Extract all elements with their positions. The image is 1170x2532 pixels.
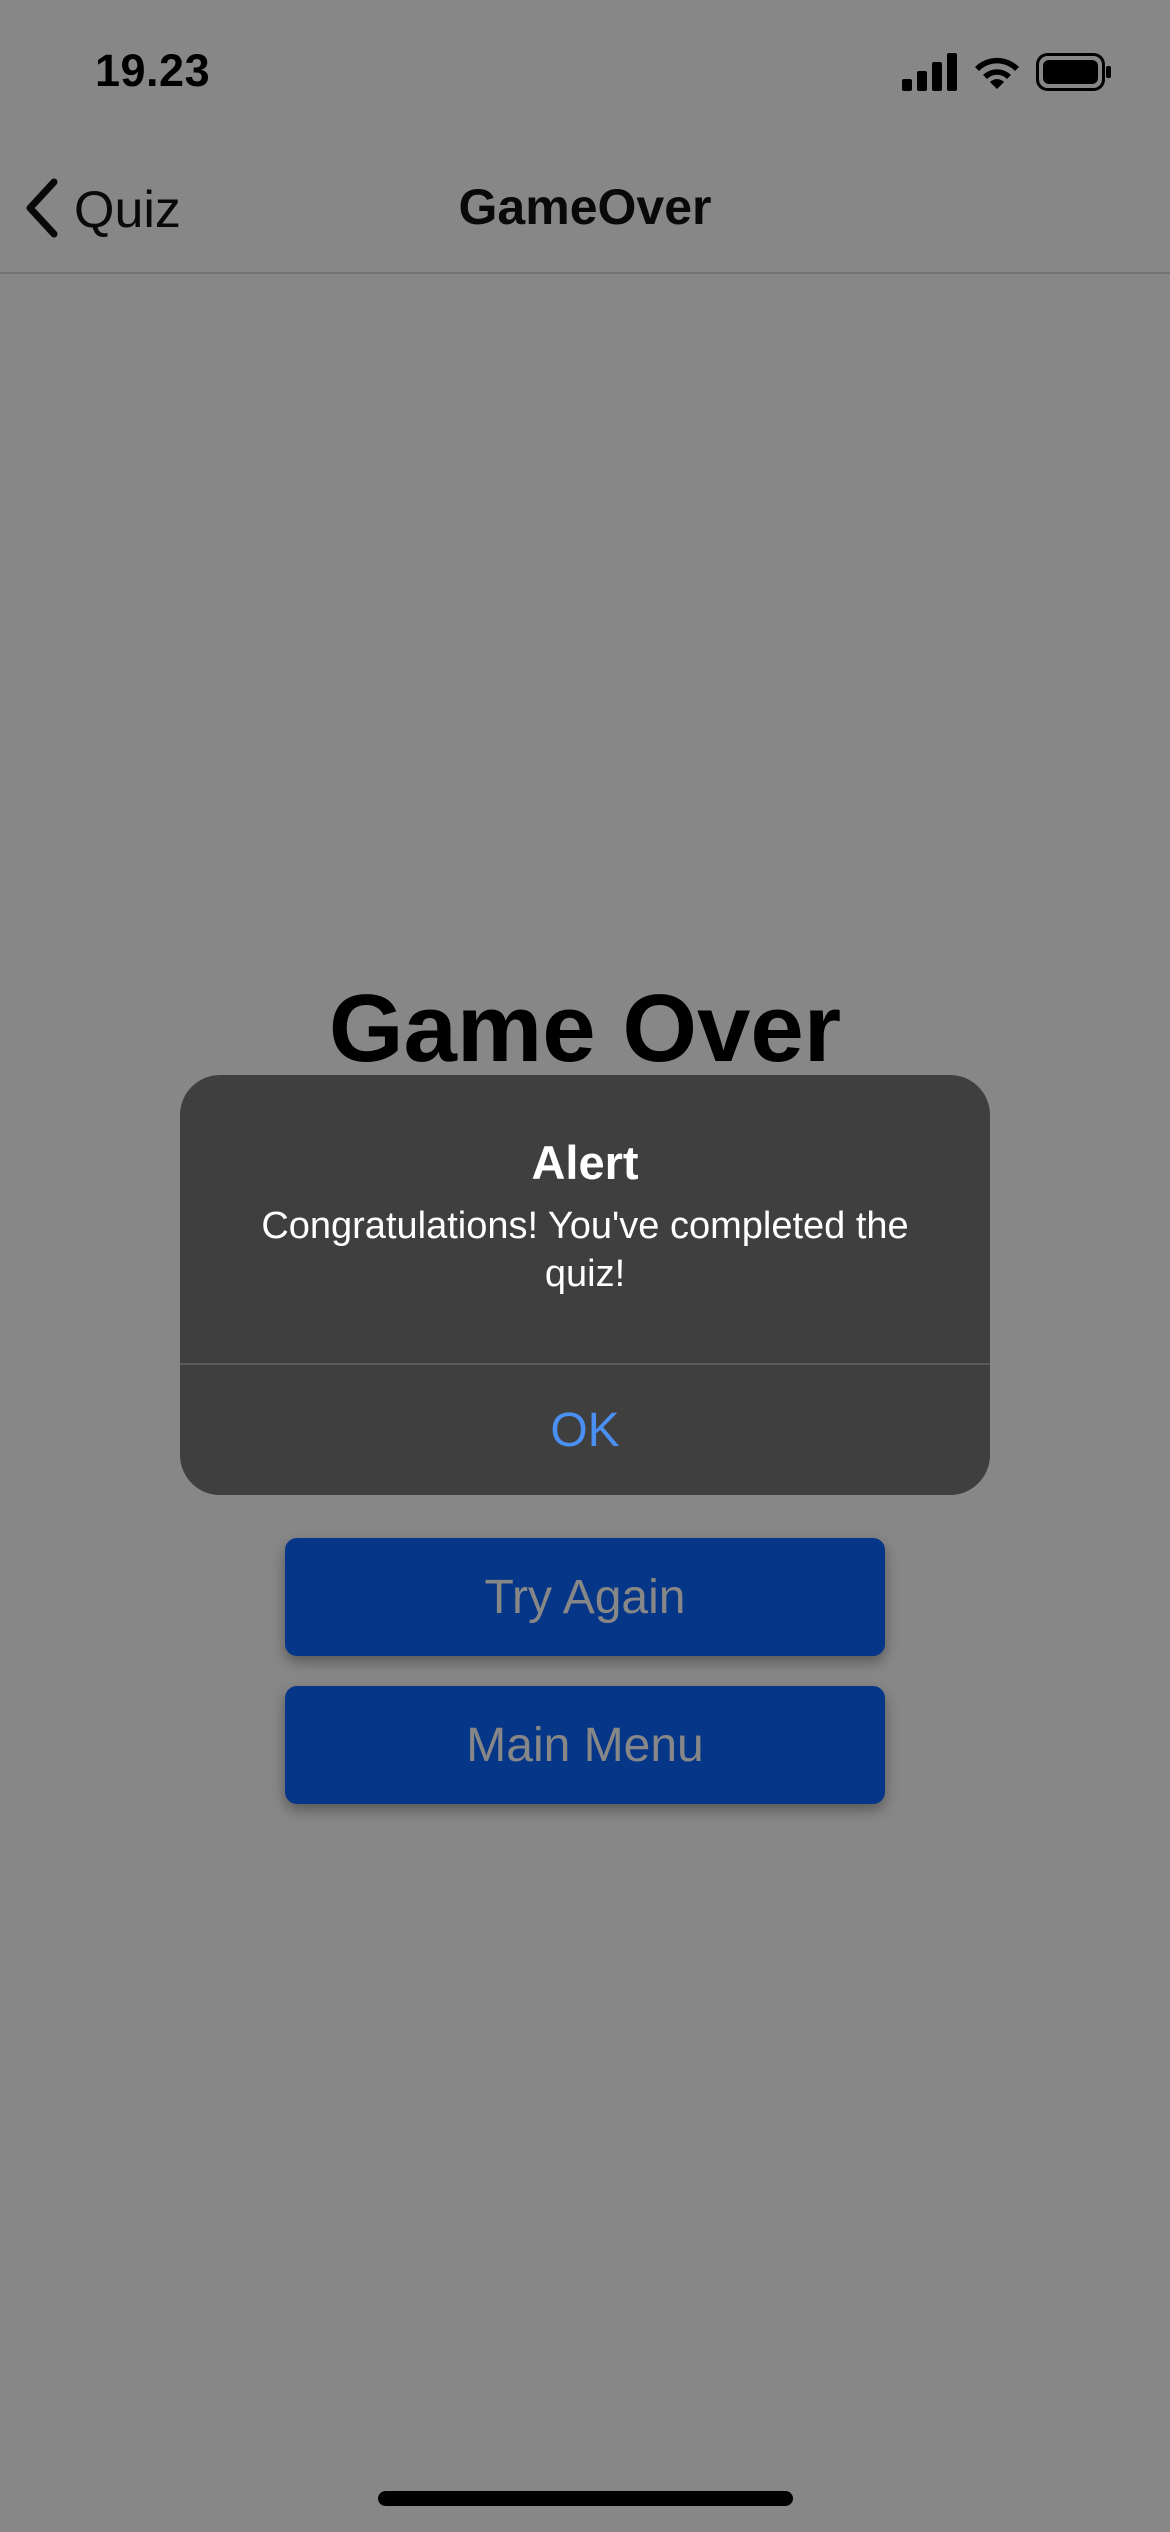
alert-title: Alert bbox=[531, 1136, 639, 1189]
alert-ok-button[interactable]: OK bbox=[180, 1365, 990, 1495]
alert-message: Congratulations! You've completed the qu… bbox=[261, 1205, 909, 1295]
alert-dialog: Alert Congratulations! You've completed … bbox=[180, 1075, 990, 1495]
